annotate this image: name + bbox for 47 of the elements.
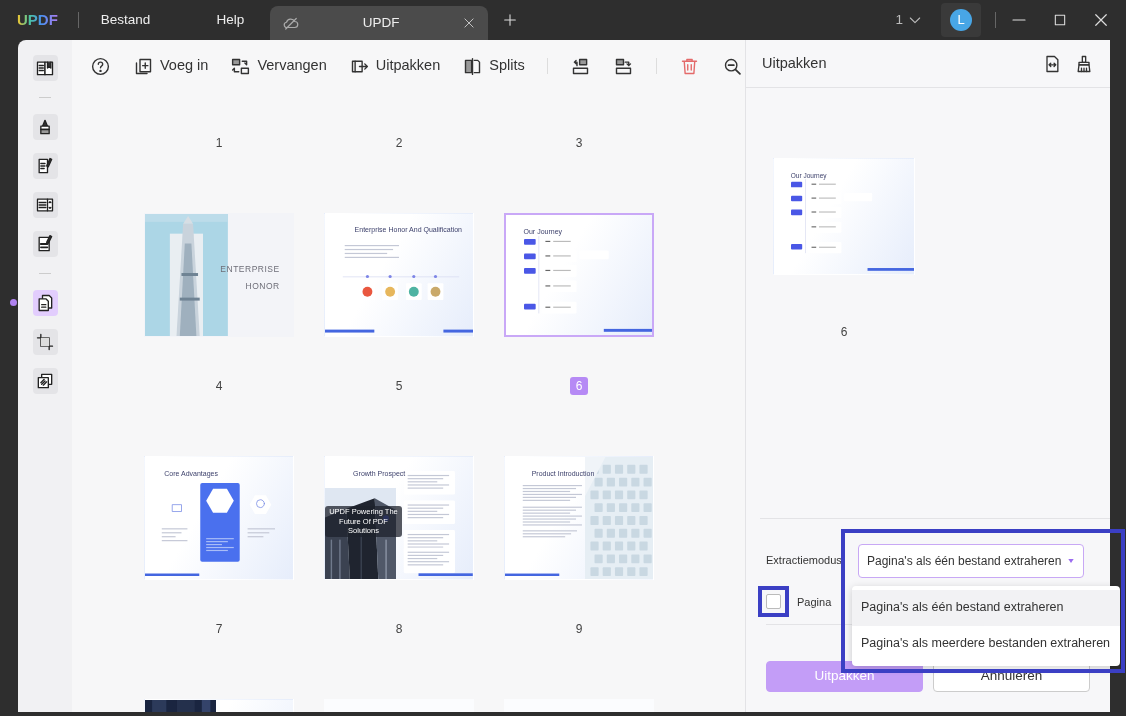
sidebar-tool-button[interactable] [32,231,58,257]
page-number: 8 [394,621,404,638]
page-number: 5 [394,378,404,395]
checkbox-label: Pagina [797,594,832,610]
help-button[interactable] [90,55,111,77]
tab-label: UPDF [361,13,401,32]
page-number: 3 [574,135,584,152]
checkbox[interactable] [766,594,781,610]
sidebar-tool-button[interactable] [32,153,58,179]
dropdown-option[interactable]: Pagina's als één bestand extraheren [852,589,1120,626]
document-tab[interactable]: UPDF [270,6,489,40]
extract-button[interactable]: Uitpakken [348,55,441,77]
slide-title: ENTERPRISE [220,262,280,276]
split-button[interactable]: Splits [462,55,525,77]
page-number: 1 [214,135,224,152]
close-icon[interactable] [462,16,477,30]
layers-icon [35,371,55,391]
sidebar-tool-button[interactable] [32,290,58,316]
maximize-icon[interactable] [1052,12,1068,28]
page-number: 6 [839,324,849,341]
insert-button[interactable]: Voeg in [133,55,209,77]
sidebar-tool-button[interactable] [32,368,58,394]
page-number: 6 [570,377,588,395]
sidebar-tool-button[interactable] [32,329,58,355]
page-number: 4 [214,378,224,395]
close-icon[interactable] [1092,11,1110,29]
page-count[interactable]: 1 [895,9,903,31]
page-number: 7 [214,621,224,638]
sidebar-tool-button[interactable] [32,55,58,81]
page-number: 9 [574,621,584,638]
new-tab-icon[interactable] [502,12,519,28]
sidebar-tool-button[interactable] [32,192,58,218]
crop-icon [35,332,55,352]
active-indicator [10,299,17,306]
menu-item[interactable]: Bestand [92,5,159,35]
caret-icon [1067,556,1075,565]
field-label: Extractiemodus [766,553,843,569]
dropdown-option[interactable]: Pagina's als meerdere bestanden extraheren [852,625,1120,662]
help-icon [90,55,111,77]
replace-button[interactable]: Vervangen [230,55,327,77]
panel-title: Uitpakken [762,53,828,73]
dropdown-value: Pagina's als één bestand extraheren [867,552,1063,570]
page-number: 2 [394,135,404,152]
menu-item[interactable]: Help [208,5,253,35]
slide-title: HONOR [245,279,280,293]
sidebar-tool-button[interactable] [32,114,58,140]
page-thumbnail[interactable]: ENTERPRISE HONOR [144,213,294,337]
